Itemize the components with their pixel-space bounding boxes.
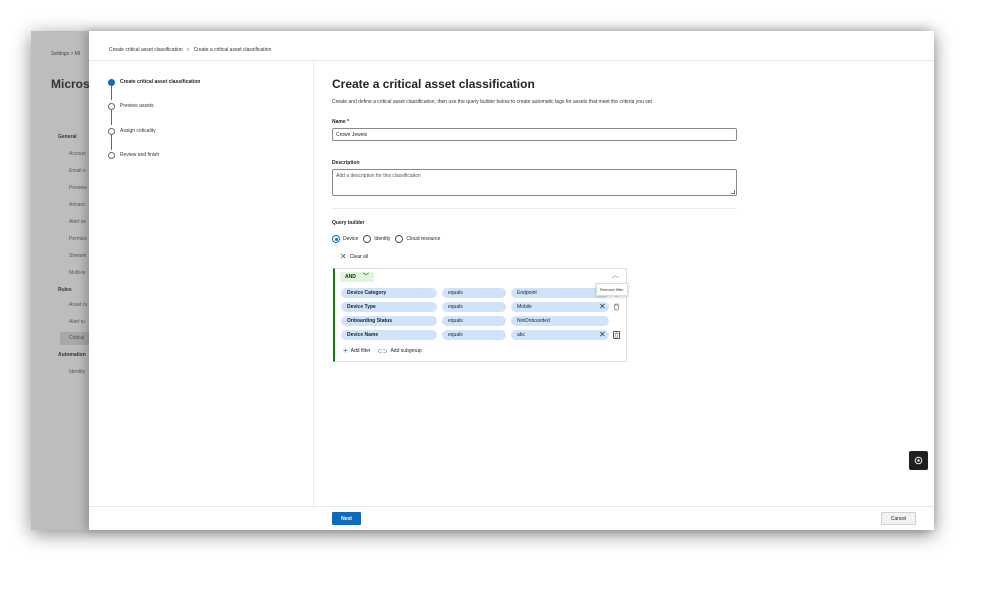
radio-label[interactable]: Device [343, 236, 358, 242]
step-label: Preview assets [120, 103, 154, 109]
radio-label[interactable]: Identity [374, 236, 390, 242]
filter-value[interactable]: abc [511, 330, 609, 340]
bg-nav-item[interactable]: Email n [69, 168, 86, 174]
name-field[interactable] [332, 128, 737, 141]
bg-section-automation: Automation [58, 352, 86, 358]
step-connector [111, 110, 112, 125]
filter-field[interactable]: Device Category [341, 288, 437, 298]
step-connector [111, 134, 112, 150]
step-label: Assign criticality [120, 128, 156, 134]
next-button[interactable]: Next [332, 512, 361, 525]
bg-nav-item[interactable]: Permiss [69, 236, 87, 242]
description-placeholder: Add a description for this classificatio… [336, 173, 421, 179]
bg-section-general: General [58, 134, 77, 140]
and-operator-dropdown[interactable]: AND ﹀ [340, 272, 374, 282]
query-group: AND ﹀ ︿ Device Category equals Endpoint … [333, 268, 627, 362]
clear-value-icon[interactable]: ✕ [599, 330, 606, 340]
page-description: Create and define a critical asset class… [332, 99, 653, 105]
screen: Settings > Mi Microso General Accoun Ema… [0, 0, 996, 593]
chevron-up-icon[interactable]: ︿ [612, 272, 619, 279]
filter-operator[interactable]: equals [442, 288, 506, 298]
step-indicator [108, 103, 115, 110]
filter-field[interactable]: Onboarding Status [341, 316, 437, 326]
delete-icon[interactable] [613, 331, 620, 339]
breadcrumb-item[interactable]: Create critical asset classification [109, 47, 183, 53]
filter-field[interactable]: Device Type [341, 302, 437, 312]
chevron-down-icon: ﹀ [363, 274, 369, 280]
add-subgroup-button[interactable]: Add subgroup [390, 348, 421, 354]
step-label: Review and finish [120, 152, 159, 158]
bg-nav-item[interactable]: Multi-te [69, 270, 85, 276]
radio-device[interactable] [332, 235, 340, 243]
clear-value-icon[interactable]: ✕ [599, 302, 606, 312]
divider [313, 61, 314, 506]
cancel-button[interactable]: Cancel [881, 512, 916, 525]
clear-all-label: Clear all [350, 254, 368, 260]
filter-value[interactable]: Endpoint [511, 288, 609, 298]
filter-value[interactable]: Mobile [511, 302, 609, 312]
radio-cloud-resource[interactable] [395, 235, 403, 243]
bg-nav-item[interactable]: Accoun [69, 151, 86, 157]
breadcrumb-current: Create a critical asset classification [194, 47, 272, 53]
help-icon [914, 456, 923, 465]
divider [332, 208, 737, 209]
description-field[interactable]: Add a description for this classificatio… [332, 169, 737, 196]
filter-field[interactable]: Device Name [341, 330, 437, 340]
resize-handle[interactable] [731, 190, 735, 194]
clear-all-button[interactable]: ✕ Clear all [340, 253, 368, 261]
add-controls: + Add filter ⊂⊃ Add subgroup [343, 347, 422, 355]
add-filter-button[interactable]: Add filter [351, 348, 371, 354]
remove-filter-tooltip: Remove filter [596, 283, 628, 296]
query-builder-label: Query builder [332, 220, 365, 226]
entity-type-radio-group: Device Identity Cloud resource [332, 235, 445, 243]
description-label: Description [332, 160, 360, 166]
bg-nav-item[interactable]: Preview [69, 185, 87, 191]
step-preview-assets[interactable]: Preview assets [108, 101, 154, 111]
operator-label: AND [345, 274, 356, 280]
wizard-panel: Create critical asset classification > Cre… [89, 31, 934, 530]
bg-section-rules: Rules [58, 287, 72, 293]
close-icon: ✕ [340, 253, 347, 261]
step-indicator [108, 128, 115, 135]
step-indicator [108, 152, 115, 159]
filter-value[interactable]: NotOnboarded [511, 316, 609, 326]
step-assign-criticality[interactable]: Assign criticality [108, 126, 156, 136]
step-create[interactable]: Create critical asset classification [108, 77, 200, 87]
step-label: Create critical asset classification [120, 79, 200, 85]
background-breadcrumb: Settings > Mi [51, 51, 80, 57]
bg-nav-item[interactable]: Identity [69, 369, 85, 375]
name-label: Name * [332, 119, 349, 125]
divider [89, 60, 934, 61]
step-review-finish[interactable]: Review and finish [108, 150, 159, 160]
bg-nav-item[interactable]: Advanc [69, 202, 86, 208]
delete-icon[interactable] [613, 303, 620, 311]
filter-operator[interactable]: equals [442, 302, 506, 312]
radio-identity[interactable] [363, 235, 371, 243]
plus-icon: + [343, 347, 348, 355]
page-title: Create a critical asset classification [332, 77, 535, 91]
bg-nav-item[interactable]: Asset ru [69, 302, 87, 308]
step-active-indicator [108, 79, 115, 86]
filter-operator[interactable]: equals [442, 330, 506, 340]
breadcrumb-separator: > [187, 47, 190, 53]
bg-nav-item[interactable]: Alert se [69, 219, 86, 225]
help-button[interactable] [909, 451, 928, 470]
bg-nav-item[interactable]: Alert tu [69, 319, 85, 325]
filter-operator[interactable]: equals [442, 316, 506, 326]
radio-label[interactable]: Cloud resource [406, 236, 440, 242]
divider [89, 506, 934, 507]
bg-nav-item[interactable]: Streami [69, 253, 86, 259]
breadcrumb: Create critical asset classification > Cre… [109, 47, 271, 53]
add-subgroup-icon: ⊂⊃ [377, 348, 387, 355]
